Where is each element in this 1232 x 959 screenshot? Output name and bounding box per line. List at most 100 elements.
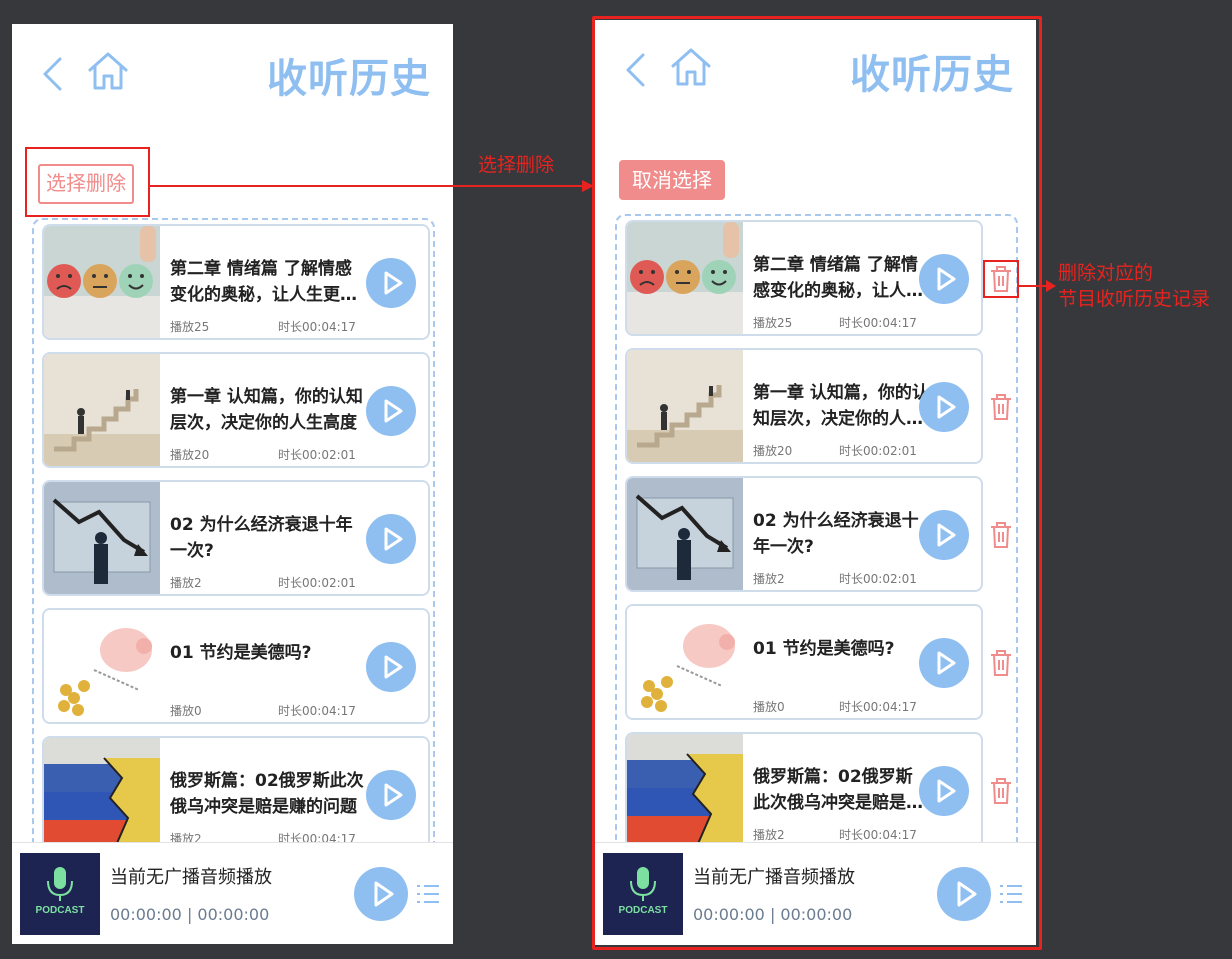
delete-annotation-line1: 删除对应的 bbox=[1058, 262, 1154, 284]
playback-time: 00:00:00 | 00:00:00 bbox=[693, 905, 853, 924]
episode-title: 俄罗斯篇：02俄罗斯此次俄乌冲突是赔是赚的问题 bbox=[170, 771, 364, 817]
back-arrow-icon[interactable] bbox=[623, 52, 647, 92]
episode-title: 第一章 认知篇，你的认知层次，决定你的人生高度 bbox=[753, 383, 929, 429]
list-item[interactable]: 02 为什么经济衰退十年一次? 播放2 时长00:02:01 bbox=[42, 480, 430, 596]
episode-title: 第二章 情绪篇 了解情感变化的奥秘，让人生更加美好 bbox=[170, 259, 357, 305]
episode-thumbnail bbox=[627, 606, 743, 718]
list-item[interactable]: 第一章 认知篇，你的认知层次，决定你的人生高度 播放20 时长00:02:01 bbox=[42, 352, 430, 468]
duration: 时长00:04:17 bbox=[839, 828, 917, 842]
play-count: 播放20 bbox=[753, 444, 793, 458]
play-icon bbox=[937, 267, 956, 291]
page-title: 收听历史 bbox=[267, 56, 431, 102]
play-button[interactable] bbox=[366, 514, 416, 564]
trash-icon[interactable] bbox=[987, 392, 1015, 422]
play-icon bbox=[384, 271, 403, 295]
list-item[interactable]: 02 为什么经济衰退十年一次? 播放2 时长00:02:01 bbox=[625, 476, 983, 592]
list-item[interactable]: 第二章 情绪篇 了解情感变化的奥秘，让人生更加美好 播放25 时长00:04:1… bbox=[625, 220, 983, 336]
history-screen-select-mode: 收听历史 取消选择 第二章 情绪篇 了解情感变化的奥秘，让人生更加美好 播放25… bbox=[595, 20, 1036, 945]
episode-thumbnail bbox=[44, 738, 160, 850]
play-button[interactable] bbox=[919, 382, 969, 432]
cancel-select-button[interactable]: 取消选择 bbox=[619, 160, 725, 200]
episode-title: 01 节约是美德吗? bbox=[170, 643, 312, 663]
play-icon bbox=[937, 395, 956, 419]
list-item[interactable]: 第一章 认知篇，你的认知层次，决定你的人生高度 播放20 时长00:02:01 bbox=[625, 348, 983, 464]
play-button[interactable] bbox=[919, 254, 969, 304]
play-icon bbox=[384, 399, 403, 423]
delete-annotation: 删除对应的 节目收听历史记录 bbox=[1058, 260, 1210, 312]
annotation-arrow bbox=[150, 180, 594, 192]
episode-thumbnail bbox=[44, 354, 160, 466]
history-list: 第二章 情绪篇 了解情感变化的奥秘，让人生更加美好 播放25 时长00:04:1… bbox=[615, 214, 1019, 858]
delete-annotation-arrow bbox=[1018, 280, 1056, 292]
play-icon bbox=[937, 651, 956, 675]
main-play-button[interactable] bbox=[937, 867, 991, 921]
main-play-button[interactable] bbox=[354, 867, 408, 921]
playlist-icon[interactable] bbox=[416, 883, 440, 909]
episode-thumbnail bbox=[44, 482, 160, 594]
episode-thumbnail bbox=[44, 226, 160, 338]
play-button[interactable] bbox=[919, 638, 969, 688]
mini-player: PODCAST 当前无广播音频播放 00:00:00 | 00:00:00 bbox=[595, 842, 1036, 943]
duration: 时长00:02:01 bbox=[278, 448, 356, 462]
home-icon[interactable] bbox=[669, 46, 713, 92]
select-button-highlight bbox=[25, 147, 150, 217]
episode-title: 第二章 情绪篇 了解情感变化的奥秘，让人生更加美好 bbox=[753, 255, 923, 301]
annotation-select-delete: 选择删除 bbox=[478, 154, 555, 176]
play-button[interactable] bbox=[366, 258, 416, 308]
duration: 时长00:02:01 bbox=[278, 576, 356, 590]
trash-icon[interactable] bbox=[983, 260, 1019, 298]
list-item[interactable]: 01 节约是美德吗? 播放0 时长00:04:17 bbox=[625, 604, 983, 720]
play-button[interactable] bbox=[919, 766, 969, 816]
play-count: 播放20 bbox=[170, 448, 210, 462]
play-button[interactable] bbox=[366, 386, 416, 436]
trash-icon[interactable] bbox=[987, 520, 1015, 550]
delete-annotation-line2: 节目收听历史记录 bbox=[1058, 288, 1211, 310]
play-button[interactable] bbox=[919, 510, 969, 560]
trash-icon[interactable] bbox=[987, 776, 1015, 806]
podcast-cover: PODCAST bbox=[20, 853, 100, 935]
play-icon bbox=[384, 655, 403, 679]
play-count: 播放2 bbox=[753, 828, 785, 842]
play-icon bbox=[937, 779, 956, 803]
list-item[interactable]: 01 节约是美德吗? 播放0 时长00:04:17 bbox=[42, 608, 430, 724]
page-title: 收听历史 bbox=[850, 52, 1014, 98]
play-count: 播放25 bbox=[753, 316, 793, 330]
episode-thumbnail bbox=[627, 350, 743, 462]
list-item[interactable]: 俄罗斯篇：02俄罗斯此次俄乌冲突是赔是赚的问题 播放2 时长00:04:17 bbox=[625, 732, 983, 848]
episode-title: 第一章 认知篇，你的认知层次，决定你的人生高度 bbox=[170, 387, 363, 433]
duration: 时长00:04:17 bbox=[278, 320, 356, 334]
episode-thumbnail bbox=[44, 610, 160, 722]
episode-title: 俄罗斯篇：02俄罗斯此次俄乌冲突是赔是赚的问题 bbox=[753, 767, 923, 813]
duration: 时长00:04:17 bbox=[839, 316, 917, 330]
play-count: 播放2 bbox=[170, 576, 202, 590]
playlist-icon[interactable] bbox=[999, 883, 1023, 909]
play-button[interactable] bbox=[366, 770, 416, 820]
playback-time: 00:00:00 | 00:00:00 bbox=[110, 905, 270, 924]
play-count: 播放25 bbox=[170, 320, 210, 334]
play-count: 播放0 bbox=[170, 704, 202, 718]
back-arrow-icon[interactable] bbox=[40, 56, 64, 96]
list-item[interactable]: 第二章 情绪篇 了解情感变化的奥秘，让人生更加美好 播放25 时长00:04:1… bbox=[42, 224, 430, 340]
duration: 时长00:04:17 bbox=[839, 700, 917, 714]
duration: 时长00:02:01 bbox=[839, 444, 917, 458]
trash-icon[interactable] bbox=[987, 648, 1015, 678]
podcast-cover: PODCAST bbox=[603, 853, 683, 935]
play-count: 播放0 bbox=[753, 700, 785, 714]
now-playing-text: 当前无广播音频播放 bbox=[693, 867, 855, 888]
episode-thumbnail bbox=[627, 222, 743, 334]
play-icon bbox=[957, 881, 977, 907]
play-button[interactable] bbox=[366, 642, 416, 692]
play-icon bbox=[384, 527, 403, 551]
play-count: 播放2 bbox=[753, 572, 785, 586]
play-icon bbox=[384, 783, 403, 807]
list-item[interactable]: 俄罗斯篇：02俄罗斯此次俄乌冲突是赔是赚的问题 播放2 时长00:04:17 bbox=[42, 736, 430, 852]
episode-thumbnail bbox=[627, 478, 743, 590]
episode-title: 01 节约是美德吗? bbox=[753, 639, 895, 659]
play-icon bbox=[937, 523, 956, 547]
episode-thumbnail bbox=[627, 734, 743, 846]
cover-text: PODCAST bbox=[619, 905, 668, 916]
mini-player: PODCAST 当前无广播音频播放 00:00:00 | 00:00:00 bbox=[12, 842, 453, 943]
now-playing-text: 当前无广播音频播放 bbox=[110, 867, 272, 888]
home-icon[interactable] bbox=[86, 50, 130, 96]
play-icon bbox=[374, 881, 394, 907]
